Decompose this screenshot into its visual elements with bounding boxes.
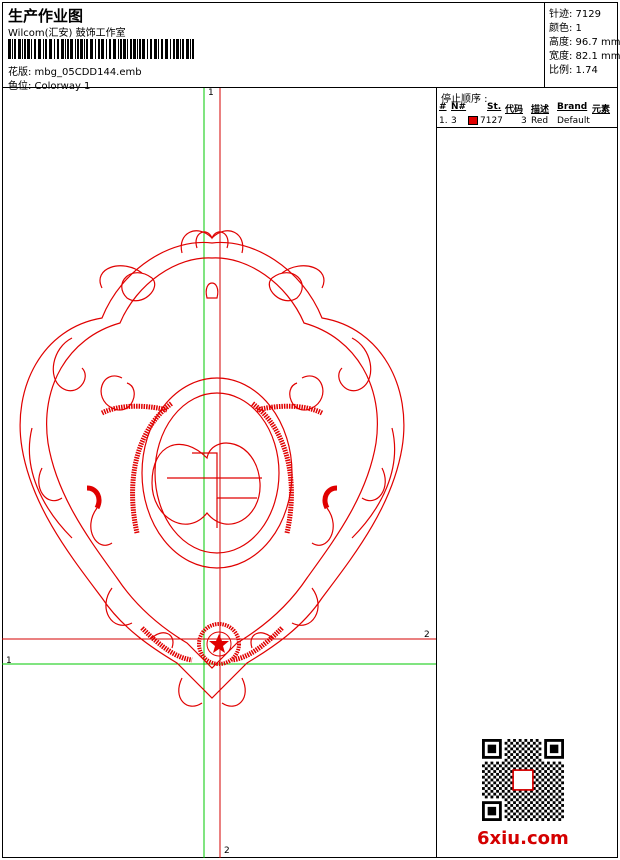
embroidery-design [2, 88, 436, 858]
row-brand: Default [557, 116, 590, 126]
stat-stitches: 针迹: 7129 [549, 9, 601, 20]
col-header-brand: Brand [557, 102, 588, 112]
guide-label-v1: 1 [208, 88, 214, 98]
stat-width: 宽度: 82.1 mm [549, 51, 620, 62]
watermark-logo: 6xiu.com [477, 828, 569, 849]
guide-label-h2: 2 [424, 630, 430, 640]
col-header-index: # [439, 102, 447, 112]
row-code: 3 [521, 116, 527, 126]
company-name: Wilcom(汇安) 鼓饰工作室 [8, 28, 126, 39]
design-file-name: 花版: mbg_05CDD144.emb [8, 67, 142, 78]
panel-divider [437, 127, 618, 128]
col-header-needle: N# [451, 102, 467, 112]
col-header-element: 元素 [592, 105, 611, 115]
col-header-code: 代码 [505, 105, 524, 115]
barcode-icon [8, 39, 194, 59]
row-index: 1. [439, 116, 448, 126]
qr-code-icon [482, 739, 564, 821]
center-star-emblem [197, 622, 241, 666]
stop-sequence-panel: 停止顺序 : # N# St. 代码 描述 Brand 元素 1. 3 7127… [437, 88, 618, 858]
page-title: 生产作业图 [8, 7, 84, 25]
row-description: Red [531, 116, 549, 126]
row-needle: 3 [451, 116, 457, 126]
col-header-stitches: St. [487, 102, 502, 112]
stat-height: 高度: 96.7 mm [549, 37, 620, 48]
design-preview: 1 2 1 2 [2, 88, 437, 858]
stat-colors: 颜色: 1 [549, 23, 582, 34]
stat-scale: 比例: 1.74 [549, 65, 598, 76]
satin-fill-areas [86, 401, 338, 663]
design-stats: 针迹: 7129 颜色: 1 高度: 96.7 mm 宽度: 82.1 mm 比… [544, 2, 620, 88]
worksheet-header: 生产作业图 Wilcom(汇安) 鼓饰工作室 花版: mbg_05CDD144.… [2, 2, 618, 92]
row-stitches: 7127 [480, 116, 503, 126]
guide-label-v2: 2 [224, 846, 230, 856]
thread-color-swatch [468, 116, 478, 125]
guide-label-h1: 1 [6, 656, 12, 666]
col-header-description: 描述 [531, 105, 550, 115]
